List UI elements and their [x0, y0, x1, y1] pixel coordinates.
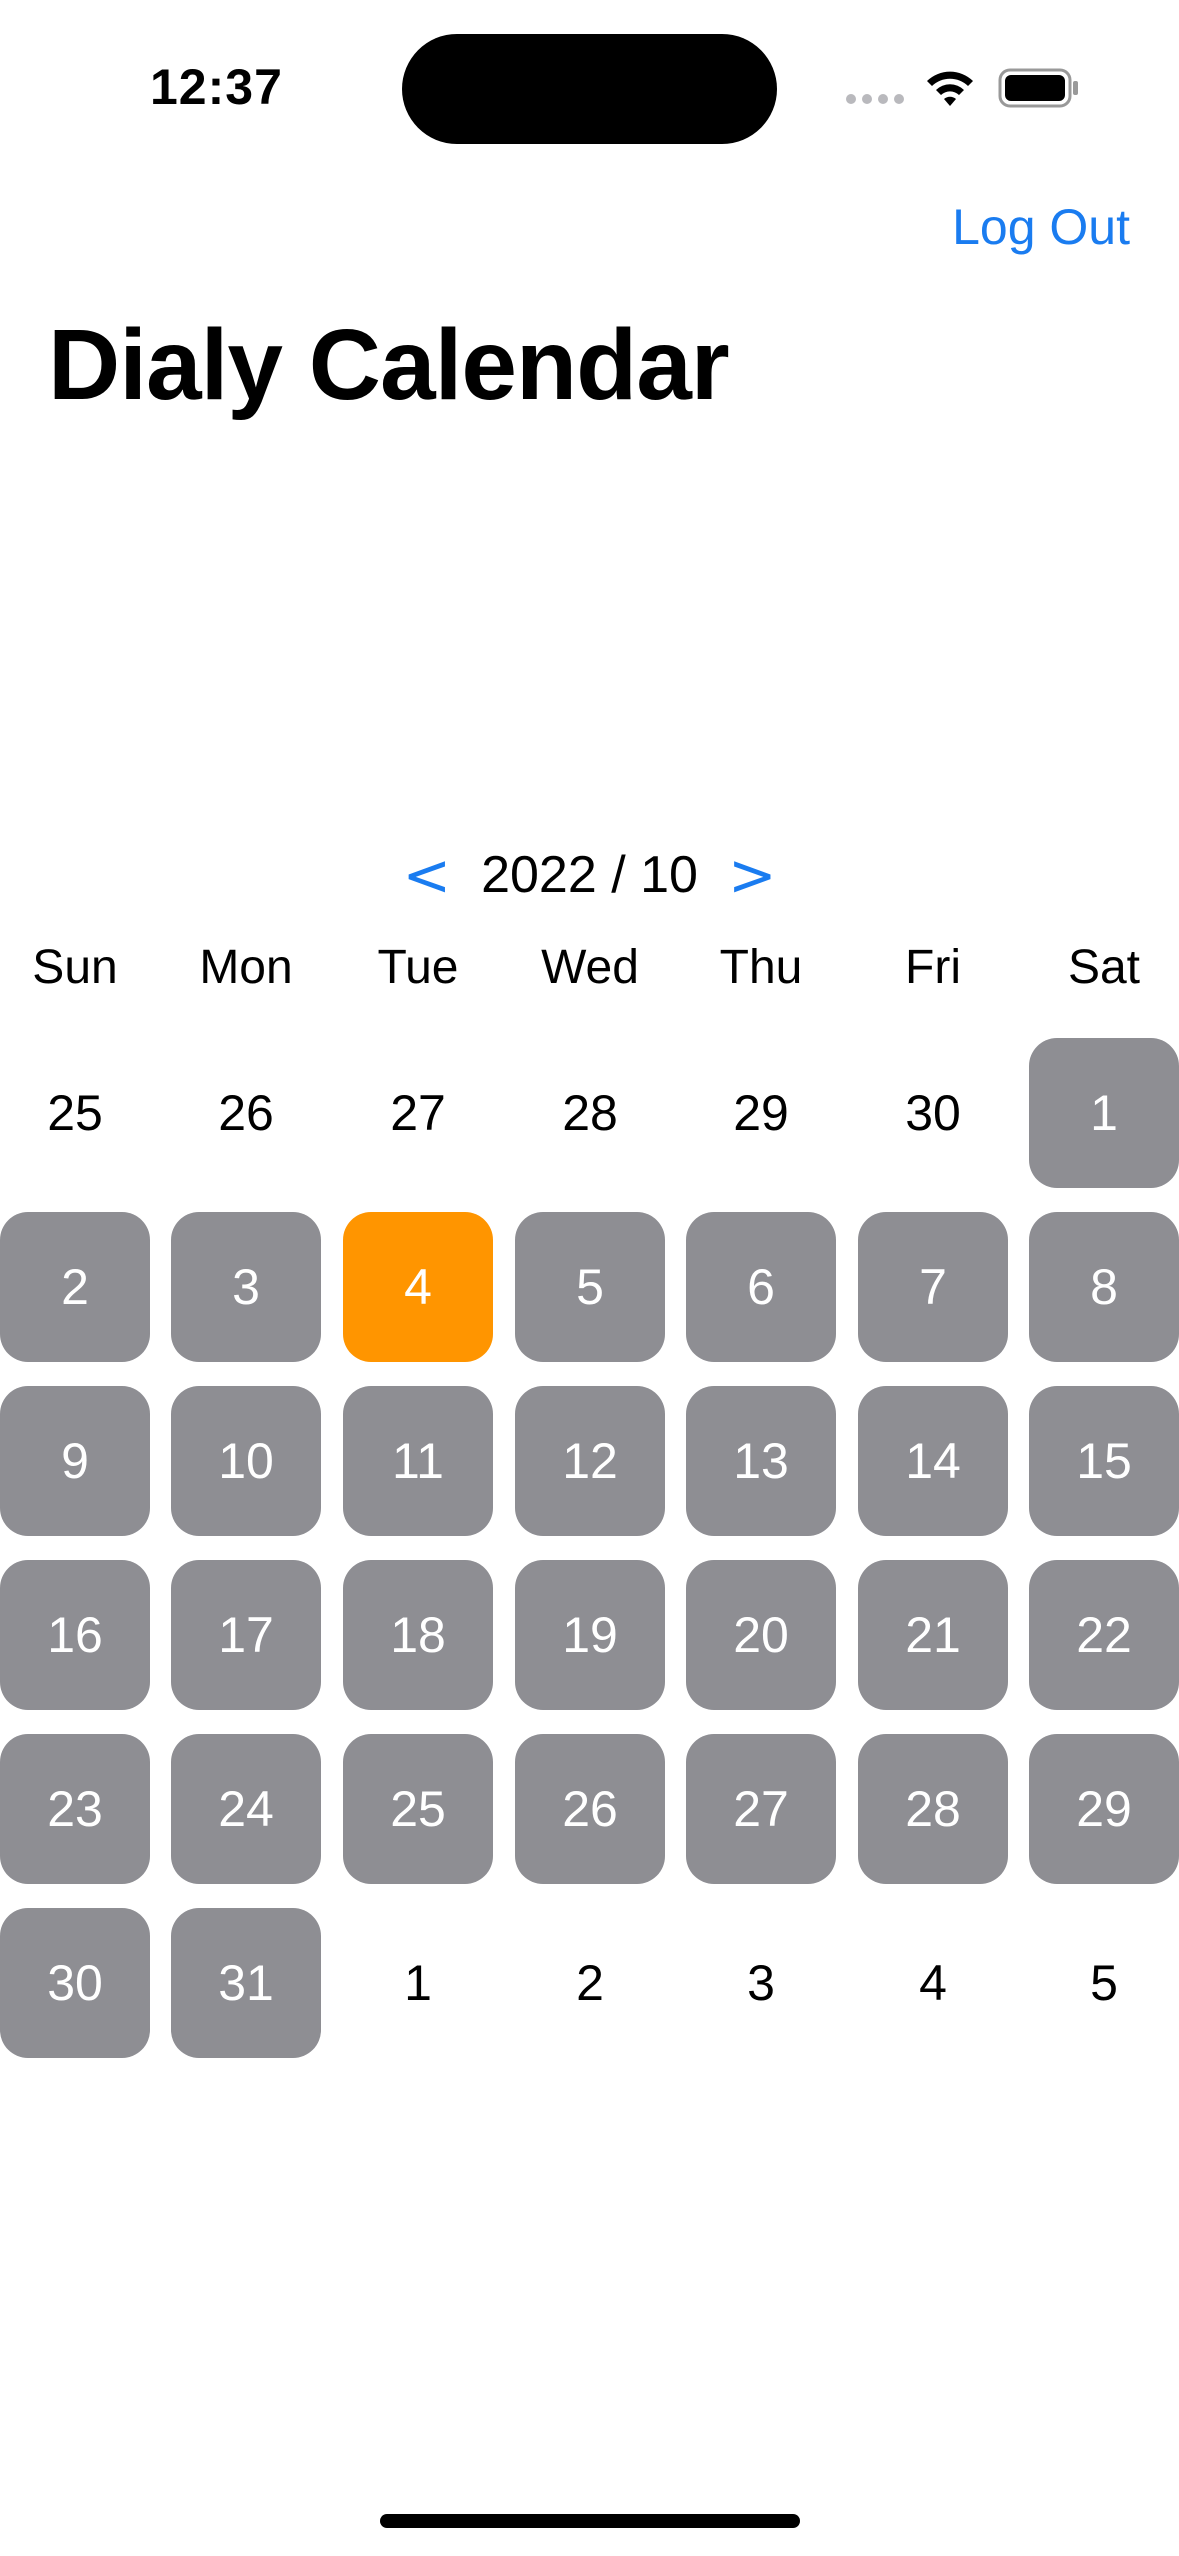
day-cell-outside-month: 1 [404, 1955, 432, 2011]
previous-month-button[interactable]: < [402, 846, 451, 904]
home-indicator [380, 2514, 800, 2528]
day-cell-outside-month: 4 [919, 1955, 947, 2011]
next-month-button[interactable]: > [728, 846, 777, 904]
day-cell[interactable]: 14 [858, 1386, 1008, 1536]
logout-button[interactable]: Log Out [952, 198, 1130, 256]
day-cell[interactable]: 3 [171, 1212, 321, 1362]
day-cell-outside-month: 30 [905, 1085, 961, 1141]
day-cell[interactable]: 16 [0, 1560, 150, 1710]
day-cell-outside-month: 27 [390, 1085, 446, 1141]
day-cell[interactable]: 21 [858, 1560, 1008, 1710]
day-cell-outside-month: 25 [47, 1085, 103, 1141]
day-cell[interactable]: 6 [686, 1212, 836, 1362]
day-cell-outside-month: 28 [562, 1085, 618, 1141]
day-cell[interactable]: 30 [0, 1908, 150, 2058]
weekday-label: Mon [199, 941, 293, 994]
weekday-label: Sat [1067, 941, 1141, 994]
day-cell[interactable]: 8 [1029, 1212, 1179, 1362]
day-cell-outside-month: 5 [1090, 1955, 1118, 2011]
day-cell[interactable]: 26 [515, 1734, 665, 1884]
day-cell-outside-month: 3 [747, 1955, 775, 2011]
weekday-label: Fri [905, 941, 961, 994]
day-cell[interactable]: 7 [858, 1212, 1008, 1362]
day-cell[interactable]: 11 [343, 1386, 493, 1536]
day-cell[interactable]: 1 [1029, 1038, 1179, 1188]
wifi-icon [927, 71, 973, 106]
weekday-label: Sun [32, 941, 118, 994]
day-cell[interactable]: 13 [686, 1386, 836, 1536]
battery-icon [998, 68, 1078, 108]
signal-dots-icon [846, 94, 904, 104]
day-cell[interactable]: 24 [171, 1734, 321, 1884]
weekday-label: Tue [377, 941, 459, 994]
day-cell[interactable]: 5 [515, 1212, 665, 1362]
day-cell[interactable]: 31 [171, 1908, 321, 2058]
weekday-label: Wed [541, 941, 639, 994]
day-cell-outside-month: 2 [576, 1955, 604, 2011]
day-cell[interactable]: 10 [171, 1386, 321, 1536]
day-cell[interactable]: 2 [0, 1212, 150, 1362]
day-cell[interactable]: 18 [343, 1560, 493, 1710]
day-cell-outside-month: 29 [733, 1085, 789, 1141]
day-cell[interactable]: 20 [686, 1560, 836, 1710]
weekday-header: Sun Mon Tue Wed Thu Fri Sat [0, 940, 1179, 1010]
month-navigator: < 2022 / 10 > [0, 838, 1179, 912]
month-label: 2022 / 10 [481, 846, 698, 904]
day-cell[interactable]: 9 [0, 1386, 150, 1536]
day-cell-outside-month: 26 [218, 1085, 274, 1141]
weekday-label: Thu [719, 941, 803, 994]
day-cell[interactable]: 25 [343, 1734, 493, 1884]
day-cell[interactable]: 29 [1029, 1734, 1179, 1884]
status-time: 12:37 [150, 59, 283, 115]
day-cell-selected[interactable]: 4 [343, 1212, 493, 1362]
day-cell[interactable]: 12 [515, 1386, 665, 1536]
dynamic-island [402, 34, 777, 144]
day-cell[interactable]: 17 [171, 1560, 321, 1710]
day-cell[interactable]: 19 [515, 1560, 665, 1710]
day-cell[interactable]: 22 [1029, 1560, 1179, 1710]
day-cell[interactable]: 23 [0, 1734, 150, 1884]
day-cell[interactable]: 28 [858, 1734, 1008, 1884]
day-cell[interactable]: 15 [1029, 1386, 1179, 1536]
day-cell[interactable]: 27 [686, 1734, 836, 1884]
page-title: Dialy Calendar [48, 309, 730, 421]
